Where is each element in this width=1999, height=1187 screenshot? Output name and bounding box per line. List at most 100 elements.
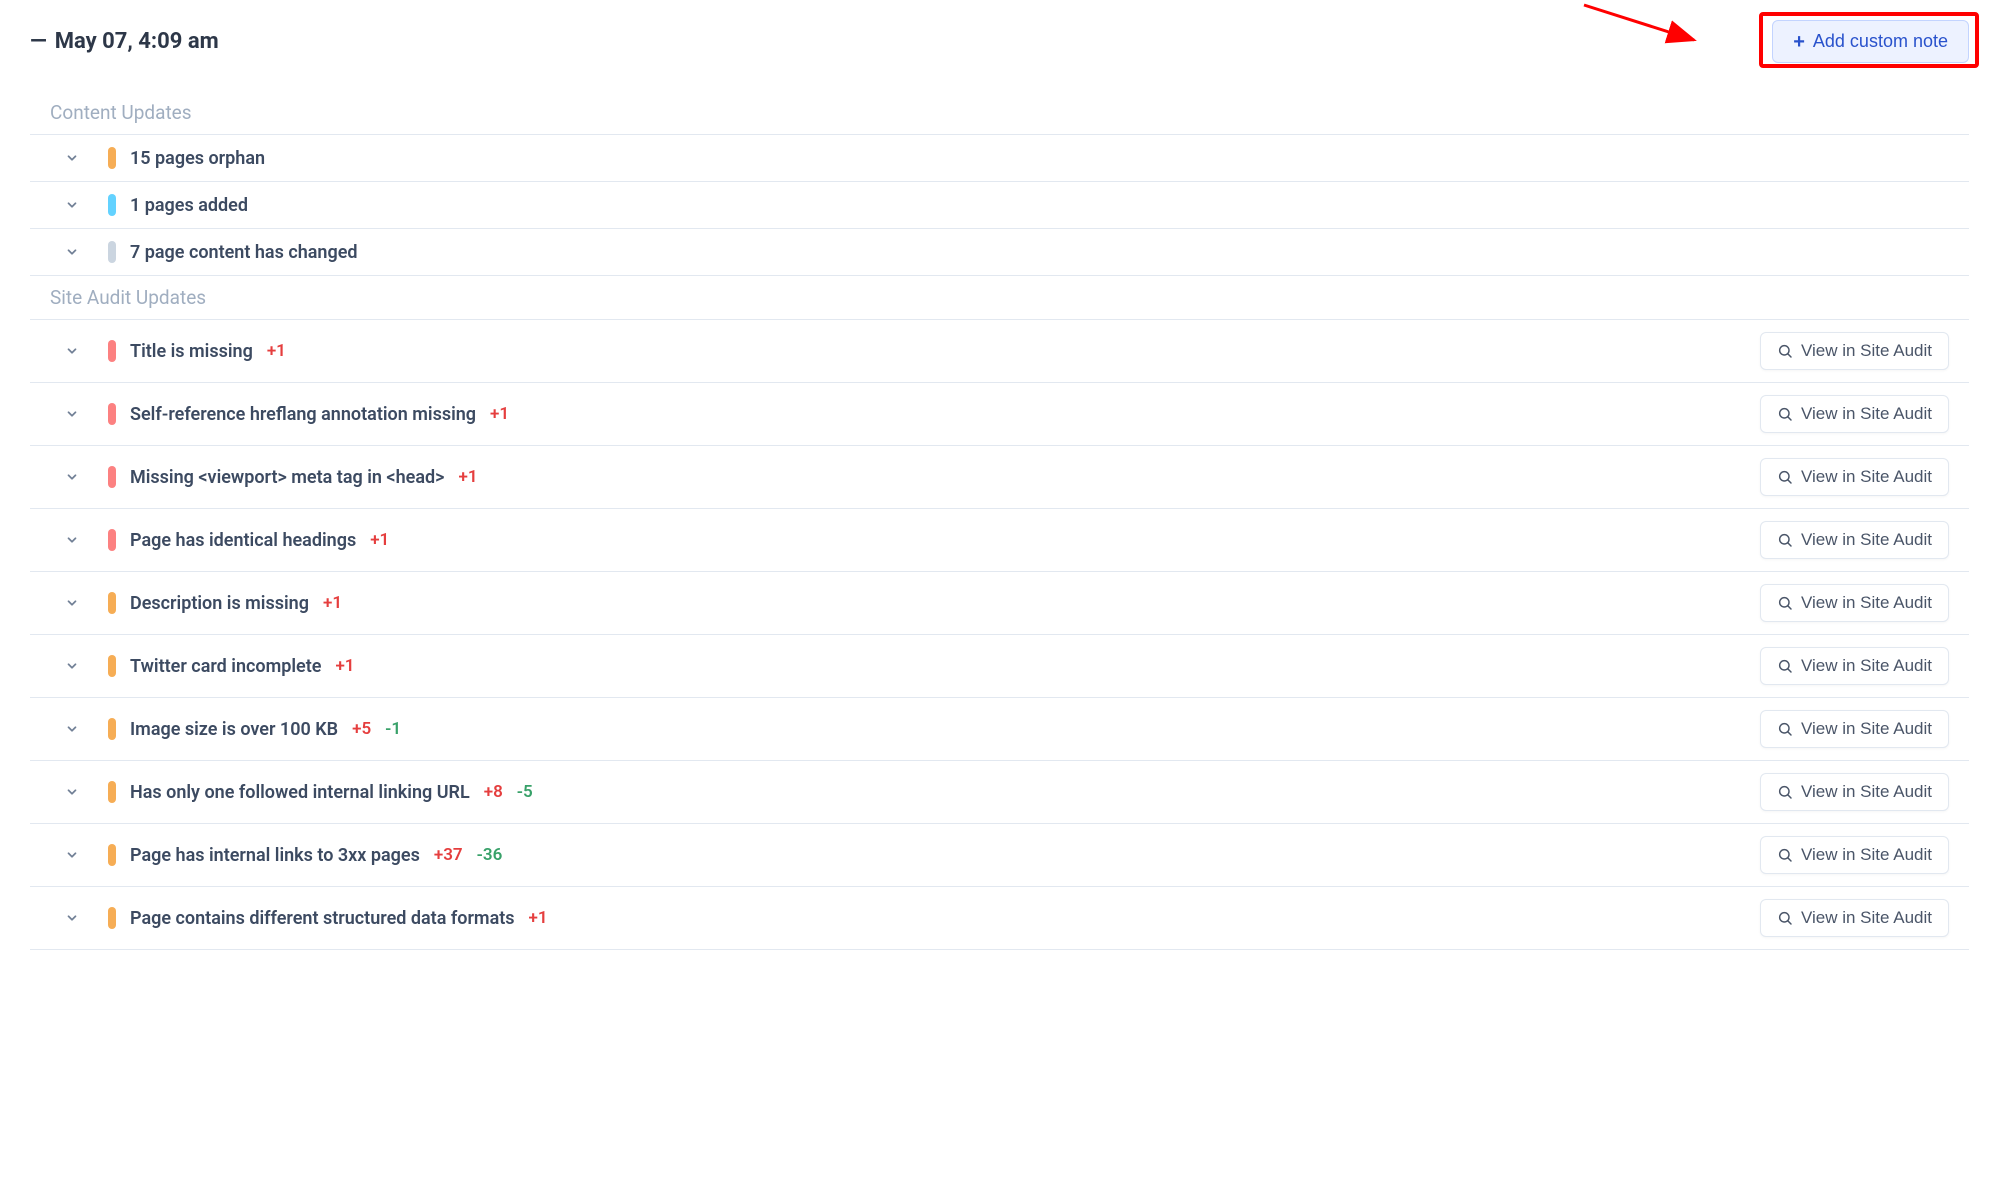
site-audit-list: Title is missing +1 View in Site Audit Self… — [30, 320, 1969, 950]
severity-indicator — [108, 147, 116, 169]
add-custom-note-button[interactable]: + Add custom note — [1772, 20, 1969, 63]
item-label: 15 pages orphan — [130, 148, 265, 169]
page-header: — May 07, 4:09 am + Add custom note — [30, 20, 1969, 63]
item-label: Missing <viewport> meta tag in <head> — [130, 467, 444, 488]
chevron-down-icon[interactable] — [50, 785, 94, 799]
view-button-label: View in Site Audit — [1801, 341, 1932, 361]
site-audit-header: Site Audit Updates — [30, 276, 1969, 320]
chevron-down-icon[interactable] — [50, 407, 94, 421]
site-audit-row: Description is missing +1 View in Site Aud… — [30, 572, 1969, 635]
delta-increase: +1 — [335, 656, 354, 676]
delta-increase: +8 — [484, 782, 503, 802]
delta-increase: +1 — [529, 908, 548, 928]
collapse-toggle[interactable]: — — [30, 31, 47, 53]
delta-increase: +1 — [267, 341, 286, 361]
item-label: 1 pages added — [130, 195, 248, 216]
search-icon — [1777, 658, 1793, 674]
view-button-label: View in Site Audit — [1801, 782, 1932, 802]
site-audit-row: Missing <viewport> meta tag in <head> +1 V… — [30, 446, 1969, 509]
item-label: Description is missing — [130, 593, 309, 614]
content-update-row: 7 page content has changed — [30, 229, 1969, 276]
view-button-label: View in Site Audit — [1801, 467, 1932, 487]
chevron-down-icon[interactable] — [50, 533, 94, 547]
content-update-row: 15 pages orphan — [30, 135, 1969, 182]
view-in-site-audit-button[interactable]: View in Site Audit — [1760, 332, 1949, 370]
severity-indicator — [108, 529, 116, 551]
view-in-site-audit-button[interactable]: View in Site Audit — [1760, 395, 1949, 433]
chevron-down-icon[interactable] — [50, 198, 94, 212]
severity-indicator — [108, 655, 116, 677]
plus-icon: + — [1793, 32, 1805, 52]
severity-indicator — [108, 241, 116, 263]
search-icon — [1777, 532, 1793, 548]
site-audit-row: Twitter card incomplete +1 View in Site Au… — [30, 635, 1969, 698]
severity-indicator — [108, 781, 116, 803]
delta-increase: +1 — [458, 467, 477, 487]
delta-decrease: -1 — [385, 719, 401, 739]
view-in-site-audit-button[interactable]: View in Site Audit — [1760, 710, 1949, 748]
delta-increase: +1 — [370, 530, 389, 550]
site-audit-row: Self-reference hreflang annotation missi… — [30, 383, 1969, 446]
search-icon — [1777, 784, 1793, 800]
content-updates-list: 15 pages orphan 1 pages added 7 page conte… — [30, 135, 1969, 276]
chevron-down-icon[interactable] — [50, 659, 94, 673]
site-audit-row: Page has identical headings+1View in Sit… — [30, 509, 1969, 572]
site-audit-row: Image size is over 100 KB +5 -1 View in Sit… — [30, 698, 1969, 761]
view-button-label: View in Site Audit — [1801, 530, 1932, 550]
view-button-label: View in Site Audit — [1801, 719, 1932, 739]
severity-indicator — [108, 592, 116, 614]
chevron-down-icon[interactable] — [50, 848, 94, 862]
delta-decrease: -36 — [477, 845, 503, 865]
view-button-label: View in Site Audit — [1801, 908, 1932, 928]
item-label: Title is missing — [130, 341, 253, 362]
chevron-down-icon[interactable] — [50, 245, 94, 259]
view-button-label: View in Site Audit — [1801, 593, 1932, 613]
view-in-site-audit-button[interactable]: View in Site Audit — [1760, 773, 1949, 811]
view-button-label: View in Site Audit — [1801, 404, 1932, 424]
site-audit-row: Page contains different structured data … — [30, 887, 1969, 950]
item-label: 7 page content has changed — [130, 242, 358, 263]
item-label: Page has internal links to 3xx pages — [130, 845, 420, 866]
severity-indicator — [108, 466, 116, 488]
delta-increase: +5 — [352, 719, 371, 739]
site-audit-row: Page has internal links to 3xx pages +37-… — [30, 824, 1969, 887]
chevron-down-icon[interactable] — [50, 596, 94, 610]
delta-decrease: -5 — [517, 782, 533, 802]
search-icon — [1777, 910, 1793, 926]
content-update-row: 1 pages added — [30, 182, 1969, 229]
severity-indicator — [108, 907, 116, 929]
search-icon — [1777, 343, 1793, 359]
page-title: May 07, 4:09 am — [55, 29, 219, 54]
view-in-site-audit-button[interactable]: View in Site Audit — [1760, 836, 1949, 874]
item-label: Twitter card incomplete — [130, 656, 321, 677]
severity-indicator — [108, 340, 116, 362]
item-label: Page contains different structured data … — [130, 908, 515, 929]
chevron-down-icon[interactable] — [50, 470, 94, 484]
view-in-site-audit-button[interactable]: View in Site Audit — [1760, 458, 1949, 496]
chevron-down-icon[interactable] — [50, 722, 94, 736]
view-in-site-audit-button[interactable]: View in Site Audit — [1760, 584, 1949, 622]
search-icon — [1777, 406, 1793, 422]
item-label: Self-reference hreflang annotation missi… — [130, 404, 476, 425]
delta-increase: +1 — [323, 593, 342, 613]
chevron-down-icon[interactable] — [50, 151, 94, 165]
severity-indicator — [108, 844, 116, 866]
site-audit-row: Title is missing +1 View in Site Audit — [30, 320, 1969, 383]
view-button-label: View in Site Audit — [1801, 845, 1932, 865]
delta-increase: +1 — [490, 404, 509, 424]
search-icon — [1777, 595, 1793, 611]
view-button-label: View in Site Audit — [1801, 656, 1932, 676]
chevron-down-icon[interactable] — [50, 911, 94, 925]
add-note-label: Add custom note — [1813, 31, 1948, 52]
content-updates-header: Content Updates — [30, 91, 1969, 135]
severity-indicator — [108, 194, 116, 216]
view-in-site-audit-button[interactable]: View in Site Audit — [1760, 899, 1949, 937]
view-in-site-audit-button[interactable]: View in Site Audit — [1760, 647, 1949, 685]
search-icon — [1777, 469, 1793, 485]
view-in-site-audit-button[interactable]: View in Site Audit — [1760, 521, 1949, 559]
chevron-down-icon[interactable] — [50, 344, 94, 358]
annotation-arrow — [1584, 5, 1744, 65]
item-label: Image size is over 100 KB — [130, 719, 338, 740]
site-audit-row: Has only one followed internal linking U… — [30, 761, 1969, 824]
delta-increase: +37 — [434, 845, 463, 865]
